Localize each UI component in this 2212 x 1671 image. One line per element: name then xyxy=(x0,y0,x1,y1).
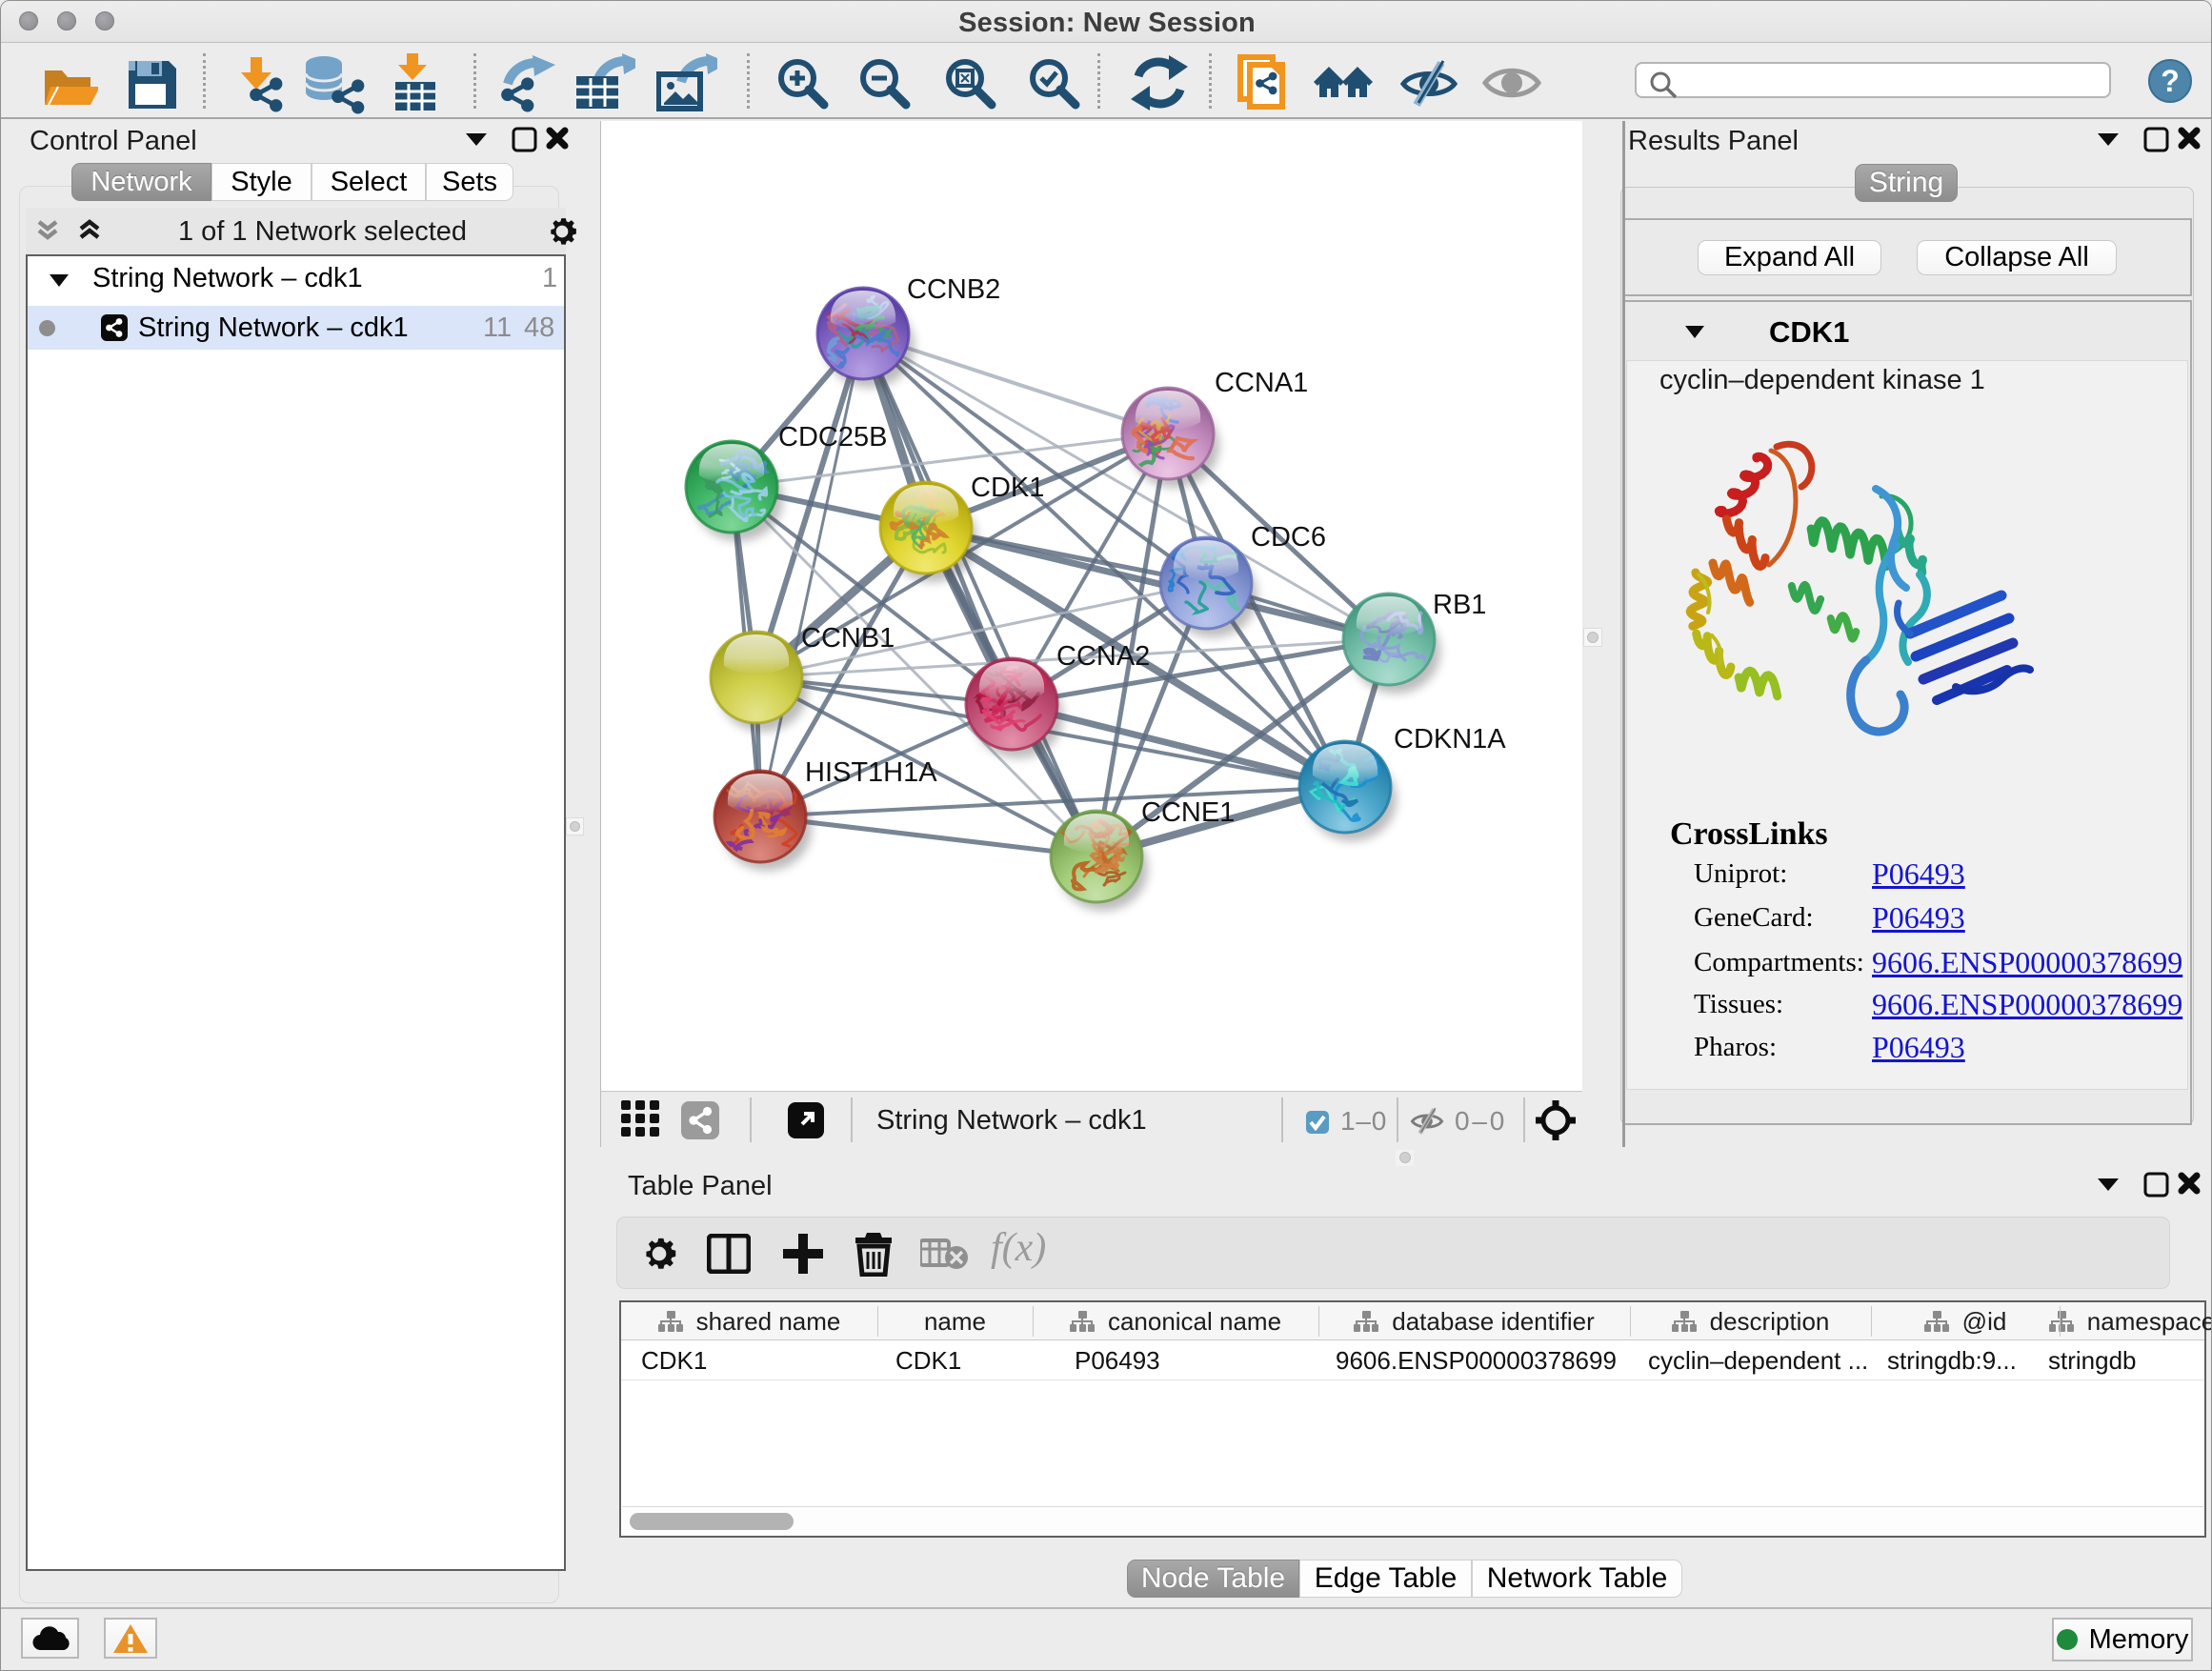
svg-text:CDK1: CDK1 xyxy=(971,473,1044,503)
svg-text:CCNB1: CCNB1 xyxy=(801,623,895,654)
svg-text:CCNA1: CCNA1 xyxy=(1215,368,1308,398)
svg-text:HIST1H1A: HIST1H1A xyxy=(805,757,937,788)
svg-text:CDC6: CDC6 xyxy=(1251,522,1326,553)
svg-text:CDKN1A: CDKN1A xyxy=(1394,724,1506,755)
svg-text:CCNA2: CCNA2 xyxy=(1056,641,1150,672)
svg-text:CDC25B: CDC25B xyxy=(778,422,887,453)
svg-text:RB1: RB1 xyxy=(1433,590,1486,620)
svg-text:CCNB2: CCNB2 xyxy=(907,274,1000,305)
svg-text:CCNE1: CCNE1 xyxy=(1141,797,1235,828)
